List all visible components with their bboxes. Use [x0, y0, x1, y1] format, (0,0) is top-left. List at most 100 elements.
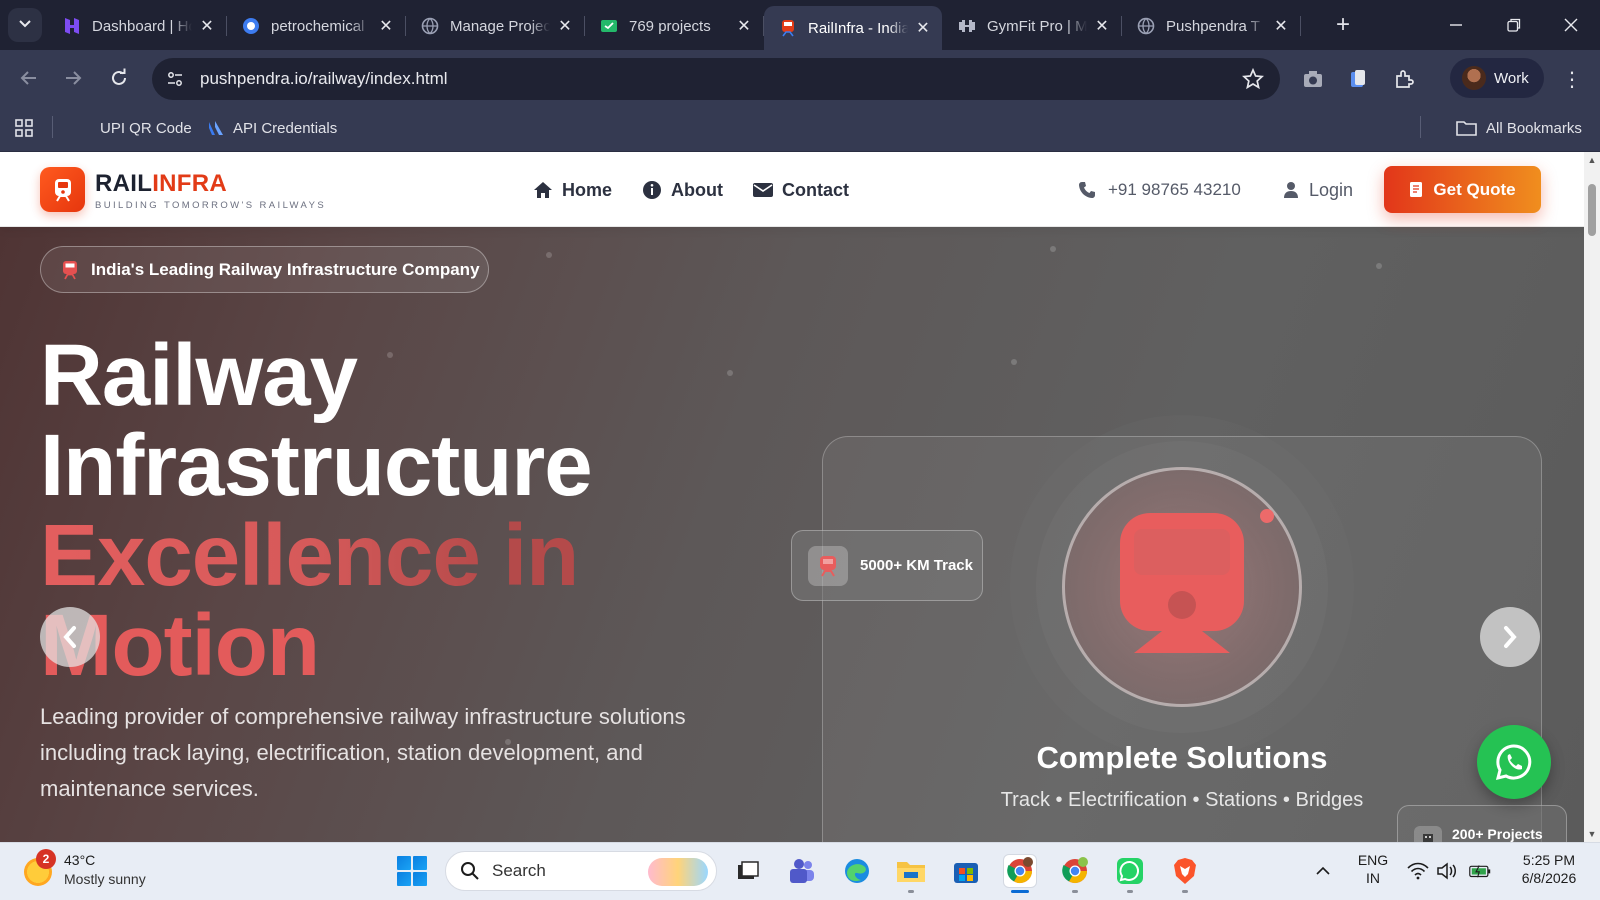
train-icon: [1120, 513, 1244, 653]
page-scrollbar[interactable]: ▲ ▼: [1584, 152, 1600, 842]
whatsapp-button[interactable]: [1477, 725, 1551, 799]
hero-badge: India's Leading Railway Infrastructure C…: [40, 246, 489, 293]
store-icon[interactable]: [949, 854, 983, 888]
brand-logo[interactable]: [40, 167, 85, 212]
edge-icon[interactable]: [840, 854, 874, 888]
profile-button[interactable]: Work: [1450, 58, 1544, 98]
hero-title-line-1: Railway: [40, 327, 358, 424]
puzzle-icon[interactable]: [1389, 64, 1419, 94]
close-icon[interactable]: ✕: [198, 17, 216, 35]
phone-link[interactable]: +91 98765 43210: [1078, 178, 1241, 202]
clock[interactable]: 5:25 PM 6/8/2026: [1512, 852, 1586, 886]
tab-title: Dashboard | Hostinger: [92, 17, 192, 35]
forward-button[interactable]: [59, 64, 87, 92]
nav-home[interactable]: Home: [532, 178, 612, 202]
minimize-button[interactable]: [1438, 8, 1474, 42]
close-icon[interactable]: ✕: [1093, 17, 1111, 35]
screenshot-icon[interactable]: [1298, 64, 1328, 94]
tab-title: petrochemical: [271, 17, 365, 35]
tab-title: RailInfra - India: [808, 19, 908, 37]
tab-pushpendra[interactable]: Pushpendra T ✕: [1122, 6, 1301, 46]
tab-manage-projects[interactable]: Manage Projects ✕: [406, 6, 585, 46]
file-explorer-icon[interactable]: [894, 854, 928, 888]
login-link[interactable]: Login: [1283, 178, 1353, 202]
bookmark-upi-qr[interactable]: UPI QR Code: [100, 114, 192, 142]
tab-strip: Dashboard | Hostinger ✕ petrochemical ✕ …: [0, 0, 1600, 50]
restore-button[interactable]: [1496, 8, 1532, 42]
weather-widget[interactable]: 2 43°C Mostly sunny: [22, 849, 182, 893]
globe-icon: [1136, 16, 1156, 36]
apps-grid-icon: [15, 119, 33, 137]
bookmark-star-icon[interactable]: [1238, 64, 1268, 94]
arrow-right-icon: [66, 71, 82, 85]
weather-condition: Mostly sunny: [64, 871, 146, 887]
train-icon: [63, 260, 77, 279]
start-button[interactable]: [397, 856, 427, 886]
bookmark-label: UPI QR Code: [100, 119, 192, 137]
extension-icon[interactable]: [1343, 64, 1373, 94]
tab-769-projects[interactable]: 769 projects ✕: [585, 6, 764, 46]
info-icon: [641, 179, 663, 201]
folder-icon: [1456, 121, 1477, 136]
track-icon: [808, 545, 848, 586]
tab-title: Manage Projects: [450, 17, 550, 35]
user-icon: [1284, 182, 1298, 198]
brand-name[interactable]: RAILINFRA: [95, 170, 227, 198]
back-button[interactable]: [15, 64, 43, 92]
teams-icon[interactable]: [785, 854, 819, 888]
close-icon[interactable]: ✕: [914, 19, 932, 37]
task-view-icon[interactable]: [731, 854, 765, 888]
bookmark-label: API Credentials: [233, 119, 338, 137]
page-viewport: RAILINFRA BUILDING TOMORROW'S RAILWAYS H…: [0, 152, 1584, 842]
chrome-profile-icon[interactable]: [1058, 854, 1092, 888]
tab-search-button[interactable]: [8, 8, 42, 42]
carousel-prev-button[interactable]: [40, 607, 100, 667]
close-window-button[interactable]: [1553, 8, 1589, 42]
close-icon[interactable]: ✕: [377, 17, 395, 35]
whatsapp-app-icon[interactable]: [1113, 854, 1147, 888]
avatar: [1462, 66, 1486, 90]
tab-title: Pushpendra T: [1166, 17, 1260, 35]
close-icon[interactable]: ✕: [556, 17, 574, 35]
address-bar[interactable]: pushpendra.io/railway/index.html: [152, 58, 1280, 100]
ring-indicator-dot: [1260, 509, 1274, 523]
volume-icon[interactable]: [1436, 860, 1458, 882]
bookmark-api-credentials[interactable]: API Credentials: [207, 114, 337, 142]
hostinger-icon: [62, 16, 82, 36]
train-icon: [54, 178, 71, 202]
get-quote-button[interactable]: Get Quote: [1384, 166, 1541, 213]
tab-dashboard[interactable]: Dashboard | Hostinger ✕: [48, 6, 227, 46]
arrow-left-icon: [20, 71, 36, 85]
carousel-next-button[interactable]: [1480, 607, 1540, 667]
brand-tagline: BUILDING TOMORROW'S RAILWAYS: [95, 200, 327, 211]
all-bookmarks-button[interactable]: All Bookmarks: [1456, 114, 1582, 142]
tab-railinfra[interactable]: RailInfra - India ✕: [764, 6, 942, 50]
all-bookmarks-label: All Bookmarks: [1486, 119, 1582, 137]
site-info-icon[interactable]: [160, 64, 190, 94]
close-icon[interactable]: ✕: [1272, 17, 1290, 35]
battery-icon[interactable]: [1469, 860, 1491, 882]
url-text: pushpendra.io/railway/index.html: [200, 69, 448, 88]
chevron-left-icon: [63, 626, 76, 648]
reload-button[interactable]: [105, 64, 133, 92]
reload-icon: [112, 68, 126, 85]
search-icon: [461, 862, 479, 880]
tab-gymfit[interactable]: GymFit Pro | M ✕: [943, 6, 1122, 46]
taskbar-search[interactable]: Search: [445, 851, 717, 891]
site-globe-icon: [241, 16, 261, 36]
chrome-icon[interactable]: [1003, 854, 1037, 888]
new-tab-button[interactable]: +: [1330, 11, 1356, 38]
tab-petrochemical[interactable]: petrochemical ✕: [227, 6, 406, 46]
nav-about[interactable]: About: [641, 178, 723, 202]
envelope-icon: [752, 179, 774, 201]
home-icon: [532, 179, 554, 201]
apps-grid-button[interactable]: [14, 114, 34, 142]
nav-contact[interactable]: Contact: [752, 178, 849, 202]
menu-kebab-icon[interactable]: ⋮: [1560, 64, 1584, 94]
hero-train-graphic: [1062, 467, 1302, 707]
close-icon[interactable]: ✕: [735, 17, 753, 35]
brave-icon[interactable]: [1168, 854, 1202, 888]
wifi-icon[interactable]: [1407, 860, 1429, 882]
chevron-up-icon[interactable]: [1312, 860, 1334, 882]
language-indicator[interactable]: ENG IN: [1355, 852, 1391, 886]
